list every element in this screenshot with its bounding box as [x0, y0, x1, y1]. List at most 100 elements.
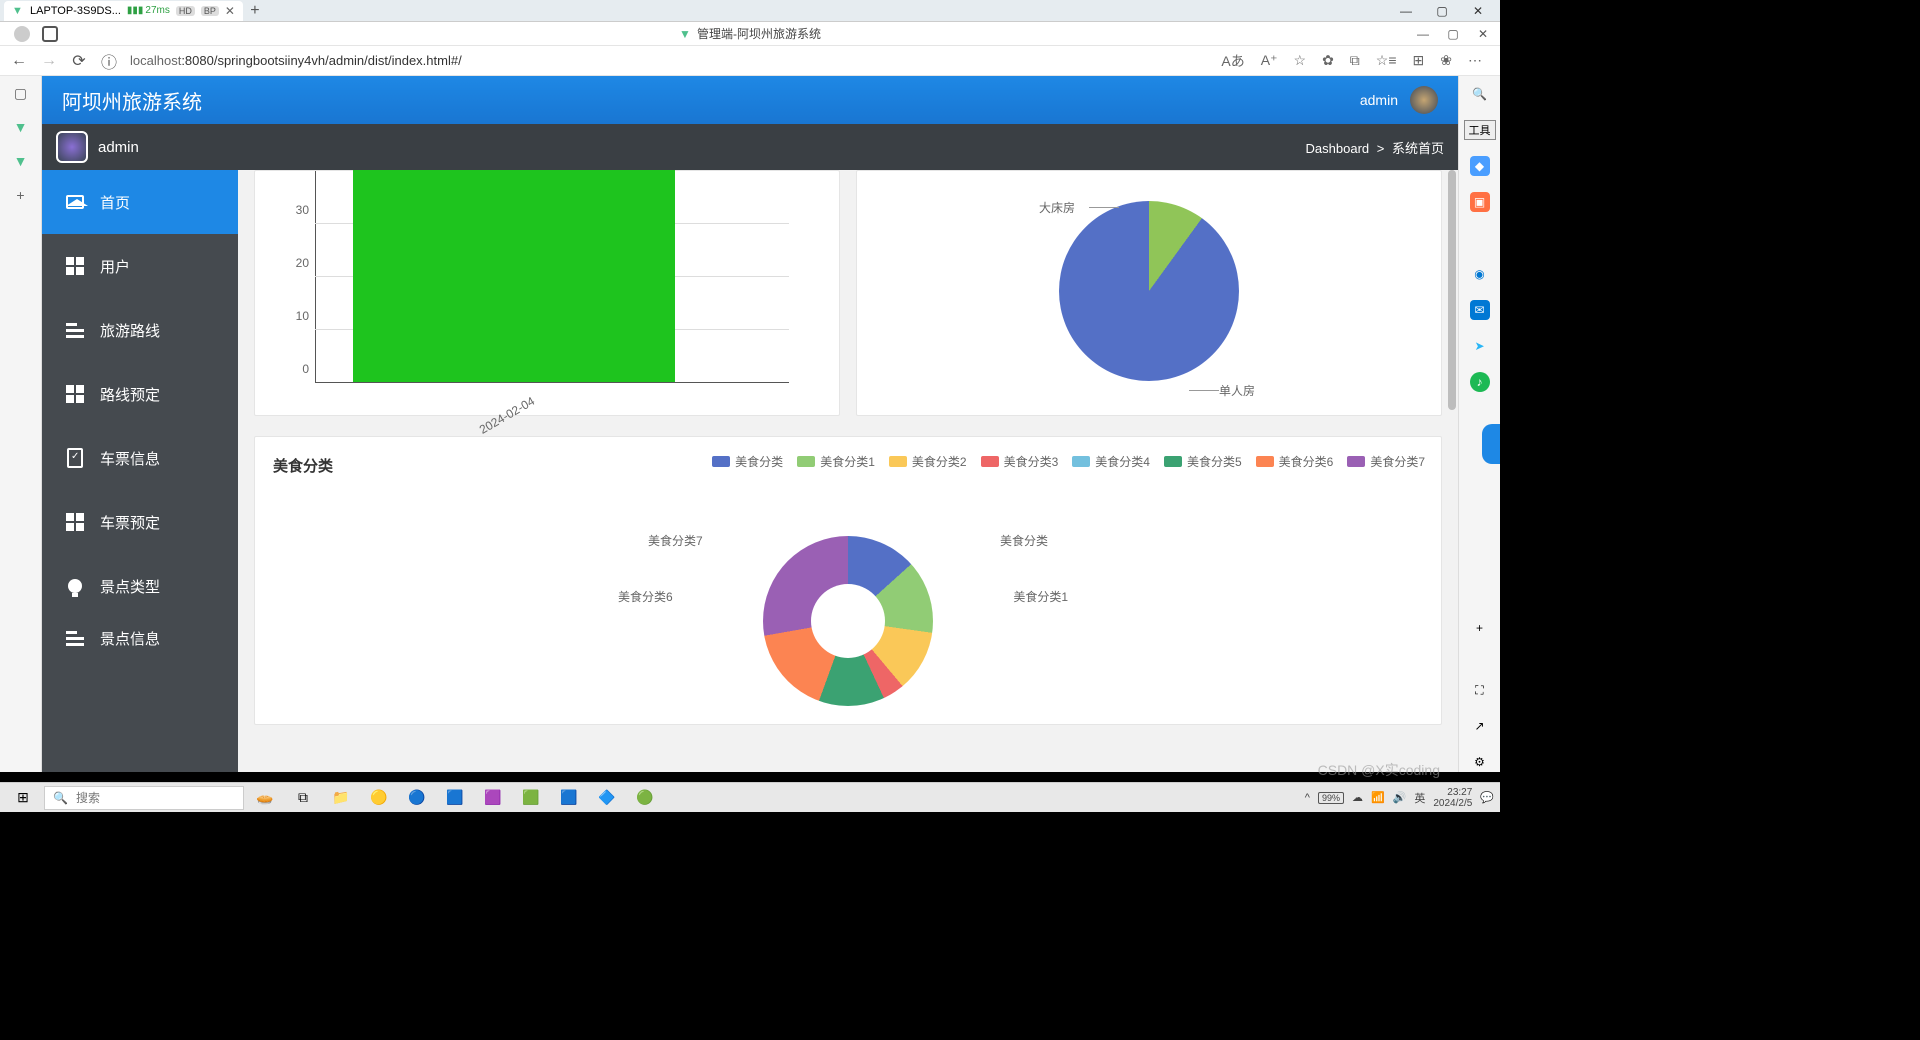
word-icon[interactable]: 🔷 — [590, 785, 624, 811]
wifi-icon[interactable]: 📶 — [1371, 791, 1385, 804]
legend-item[interactable]: 美食分类4 — [1072, 453, 1150, 470]
scrollbar-thumb[interactable] — [1448, 170, 1456, 410]
translate-icon[interactable]: Aあ — [1221, 51, 1244, 71]
start-button[interactable]: ⊞ — [6, 785, 40, 811]
collections-icon[interactable]: ⧉ — [1350, 52, 1360, 69]
vtab-vue2-icon[interactable]: ▼ — [12, 152, 30, 170]
toolbox-label[interactable]: 工具 — [1464, 120, 1496, 140]
tag-icon[interactable]: ◆ — [1470, 156, 1490, 176]
window-maximize-button[interactable]: ▢ — [1424, 0, 1460, 22]
task-view-icon[interactable]: ⧉ — [286, 785, 320, 811]
extension1-icon[interactable]: ✿ — [1322, 52, 1334, 69]
browser-vertical-tabs: ▢ ▼ ▼ + — [0, 76, 42, 772]
sidebar-item-ticket-booking[interactable]: 车票预定 — [42, 490, 238, 554]
tray-up-icon[interactable]: ^ — [1305, 792, 1310, 804]
sidebar-item-ticket-info[interactable]: 车票信息 — [42, 426, 238, 490]
legend-item[interactable]: 美食分类1 — [797, 453, 875, 470]
edge-sidebar: 🔍 工具 ◆ ▣ ◉ ✉ ➤ ♪ + ⛶ ↗ ⚙ — [1458, 76, 1500, 772]
rss-icon[interactable]: ❀ — [1440, 52, 1452, 69]
copilot-icon[interactable]: ◉ — [1470, 264, 1490, 284]
refresh-button[interactable]: ⟳ — [70, 52, 88, 70]
favorite-icon[interactable]: ☆ — [1294, 52, 1307, 69]
settings-sidebar-icon[interactable]: ⚙ — [1470, 752, 1490, 772]
taskbar-search[interactable]: 🔍 搜索 — [44, 786, 244, 810]
todo-icon[interactable]: 🟦 — [552, 785, 586, 811]
volume-icon[interactable]: 🔊 — [1393, 791, 1407, 804]
edge-icon[interactable]: 🔵 — [400, 785, 434, 811]
url-input[interactable]: localhost:8080/springbootsiiny4vh/admin/… — [130, 53, 1209, 68]
shop-icon[interactable]: ▣ — [1470, 192, 1490, 212]
taskbar-clock[interactable]: 23:27 2024/2/5 — [1433, 787, 1472, 809]
admin-app: 阿坝州旅游系统 admin admin Dashboard > 系统首页 首页 … — [42, 76, 1458, 772]
profile-avatar-icon[interactable] — [14, 26, 30, 42]
legend-item[interactable]: 美食分类5 — [1164, 453, 1242, 470]
ime-indicator[interactable]: 英 — [1414, 790, 1425, 806]
pie-label-single: 单人房 — [1219, 382, 1255, 399]
hbuilder-icon[interactable]: 🟢 — [628, 785, 662, 811]
window-close-button[interactable]: ✕ — [1460, 0, 1496, 22]
forward-button[interactable]: → — [40, 52, 58, 70]
telegram-icon[interactable]: ➤ — [1470, 336, 1490, 356]
taskbar-app-pie[interactable]: 🥧 — [248, 785, 282, 811]
read-aloud-icon[interactable]: A⁺ — [1261, 52, 1278, 69]
bar-segment[interactable] — [353, 170, 675, 382]
chrome-icon[interactable]: 🟡 — [362, 785, 396, 811]
new-tab-button[interactable]: + — [245, 2, 265, 20]
max2-icon[interactable]: ▢ — [1446, 27, 1460, 41]
legend-item[interactable]: 美食分类2 — [889, 453, 967, 470]
vtab-add-icon[interactable]: + — [12, 186, 30, 204]
explorer-icon[interactable]: 📁 — [324, 785, 358, 811]
menu-icon[interactable]: ⋯ — [1468, 52, 1482, 69]
search-icon: 🔍 — [53, 791, 68, 805]
sidebar-item-spot-type[interactable]: 景点类型 — [42, 554, 238, 618]
breadcrumb: Dashboard > 系统首页 — [1306, 138, 1444, 157]
breadcrumb-current: 系统首页 — [1392, 141, 1444, 156]
sidebar-pull-handle[interactable] — [1482, 424, 1500, 464]
cloud-icon[interactable]: ☁ — [1352, 791, 1363, 804]
favorites-bar-icon[interactable]: ☆≡ — [1376, 52, 1397, 69]
sidebar-item-route-booking[interactable]: 路线预定 — [42, 362, 238, 426]
notifications-icon[interactable]: 💬 — [1480, 791, 1494, 804]
share-icon[interactable]: ↗ — [1470, 716, 1490, 736]
back-button[interactable]: ← — [10, 52, 28, 70]
sidebar-item-users[interactable]: 用户 — [42, 234, 238, 298]
vscode-icon[interactable]: 🟦 — [438, 785, 472, 811]
legend-item[interactable]: 美食分类7 — [1347, 453, 1425, 470]
sidebar-item-spot-info[interactable]: 景点信息 — [42, 618, 238, 658]
header-username[interactable]: admin — [1360, 92, 1398, 108]
browser-tab[interactable]: ▼ LAPTOP-3S9DS... ▮▮▮ 27ms HD BP ✕ — [4, 1, 243, 21]
legend-item[interactable]: 美食分类6 — [1256, 453, 1334, 470]
food-donut-chart[interactable] — [763, 536, 933, 706]
sidebar-nav: 首页 用户 旅游路线 路线预定 车票信息 车票预定 景点类型 景点信息 — [42, 170, 238, 772]
outlook-icon[interactable]: ✉ — [1470, 300, 1490, 320]
battery-indicator[interactable]: 99% — [1318, 792, 1344, 804]
spotify-icon[interactable]: ♪ — [1470, 372, 1490, 392]
screenshot-icon[interactable]: ⛶ — [1470, 680, 1490, 700]
windows-taskbar: ⊞ 🔍 搜索 🥧 ⧉ 📁 🟡 🔵 🟦 🟪 🟩 🟦 🔷 🟢 ^ 99% ☁ 📶 🔊… — [0, 782, 1500, 812]
legend-item[interactable]: 美食分类 — [712, 453, 783, 470]
add-sidebar-icon[interactable]: + — [1470, 618, 1490, 638]
room-pie[interactable] — [1059, 201, 1239, 381]
site-info-icon[interactable]: ⓘ — [100, 52, 118, 70]
sidebar-item-routes[interactable]: 旅游路线 — [42, 298, 238, 362]
page-title: ▼ 管理端-阿坝州旅游系统 — [679, 25, 821, 42]
browser-tab-bar: ▼ LAPTOP-3S9DS... ▮▮▮ 27ms HD BP ✕ + — ▢… — [0, 0, 1500, 22]
legend-item[interactable]: 美食分类3 — [981, 453, 1059, 470]
tab-close-icon[interactable]: ✕ — [225, 4, 235, 18]
header-avatar[interactable] — [1410, 86, 1438, 114]
system-tray[interactable]: ^ 99% ☁ 📶 🔊 英 23:27 2024/2/5 💬 — [1305, 787, 1494, 809]
close2-icon[interactable]: ✕ — [1476, 27, 1490, 41]
system-name: 阿坝州旅游系统 — [62, 86, 202, 115]
wechat-icon[interactable]: 🟩 — [514, 785, 548, 811]
search-sidebar-icon[interactable]: 🔍 — [1470, 84, 1490, 104]
breadcrumb-dashboard[interactable]: Dashboard — [1306, 141, 1370, 156]
extensions-icon[interactable]: ⊞ — [1413, 52, 1425, 69]
window-minimize-button[interactable]: — — [1388, 0, 1424, 22]
sidebar-item-home[interactable]: 首页 — [42, 170, 238, 234]
vtab-box-icon[interactable]: ▢ — [12, 84, 30, 102]
min2-icon[interactable]: — — [1416, 27, 1430, 41]
workspace-icon[interactable] — [42, 26, 58, 42]
idea-icon[interactable]: 🟪 — [476, 785, 510, 811]
donut-label: 美食分类7 — [648, 532, 703, 549]
vtab-vue-icon[interactable]: ▼ — [12, 118, 30, 136]
